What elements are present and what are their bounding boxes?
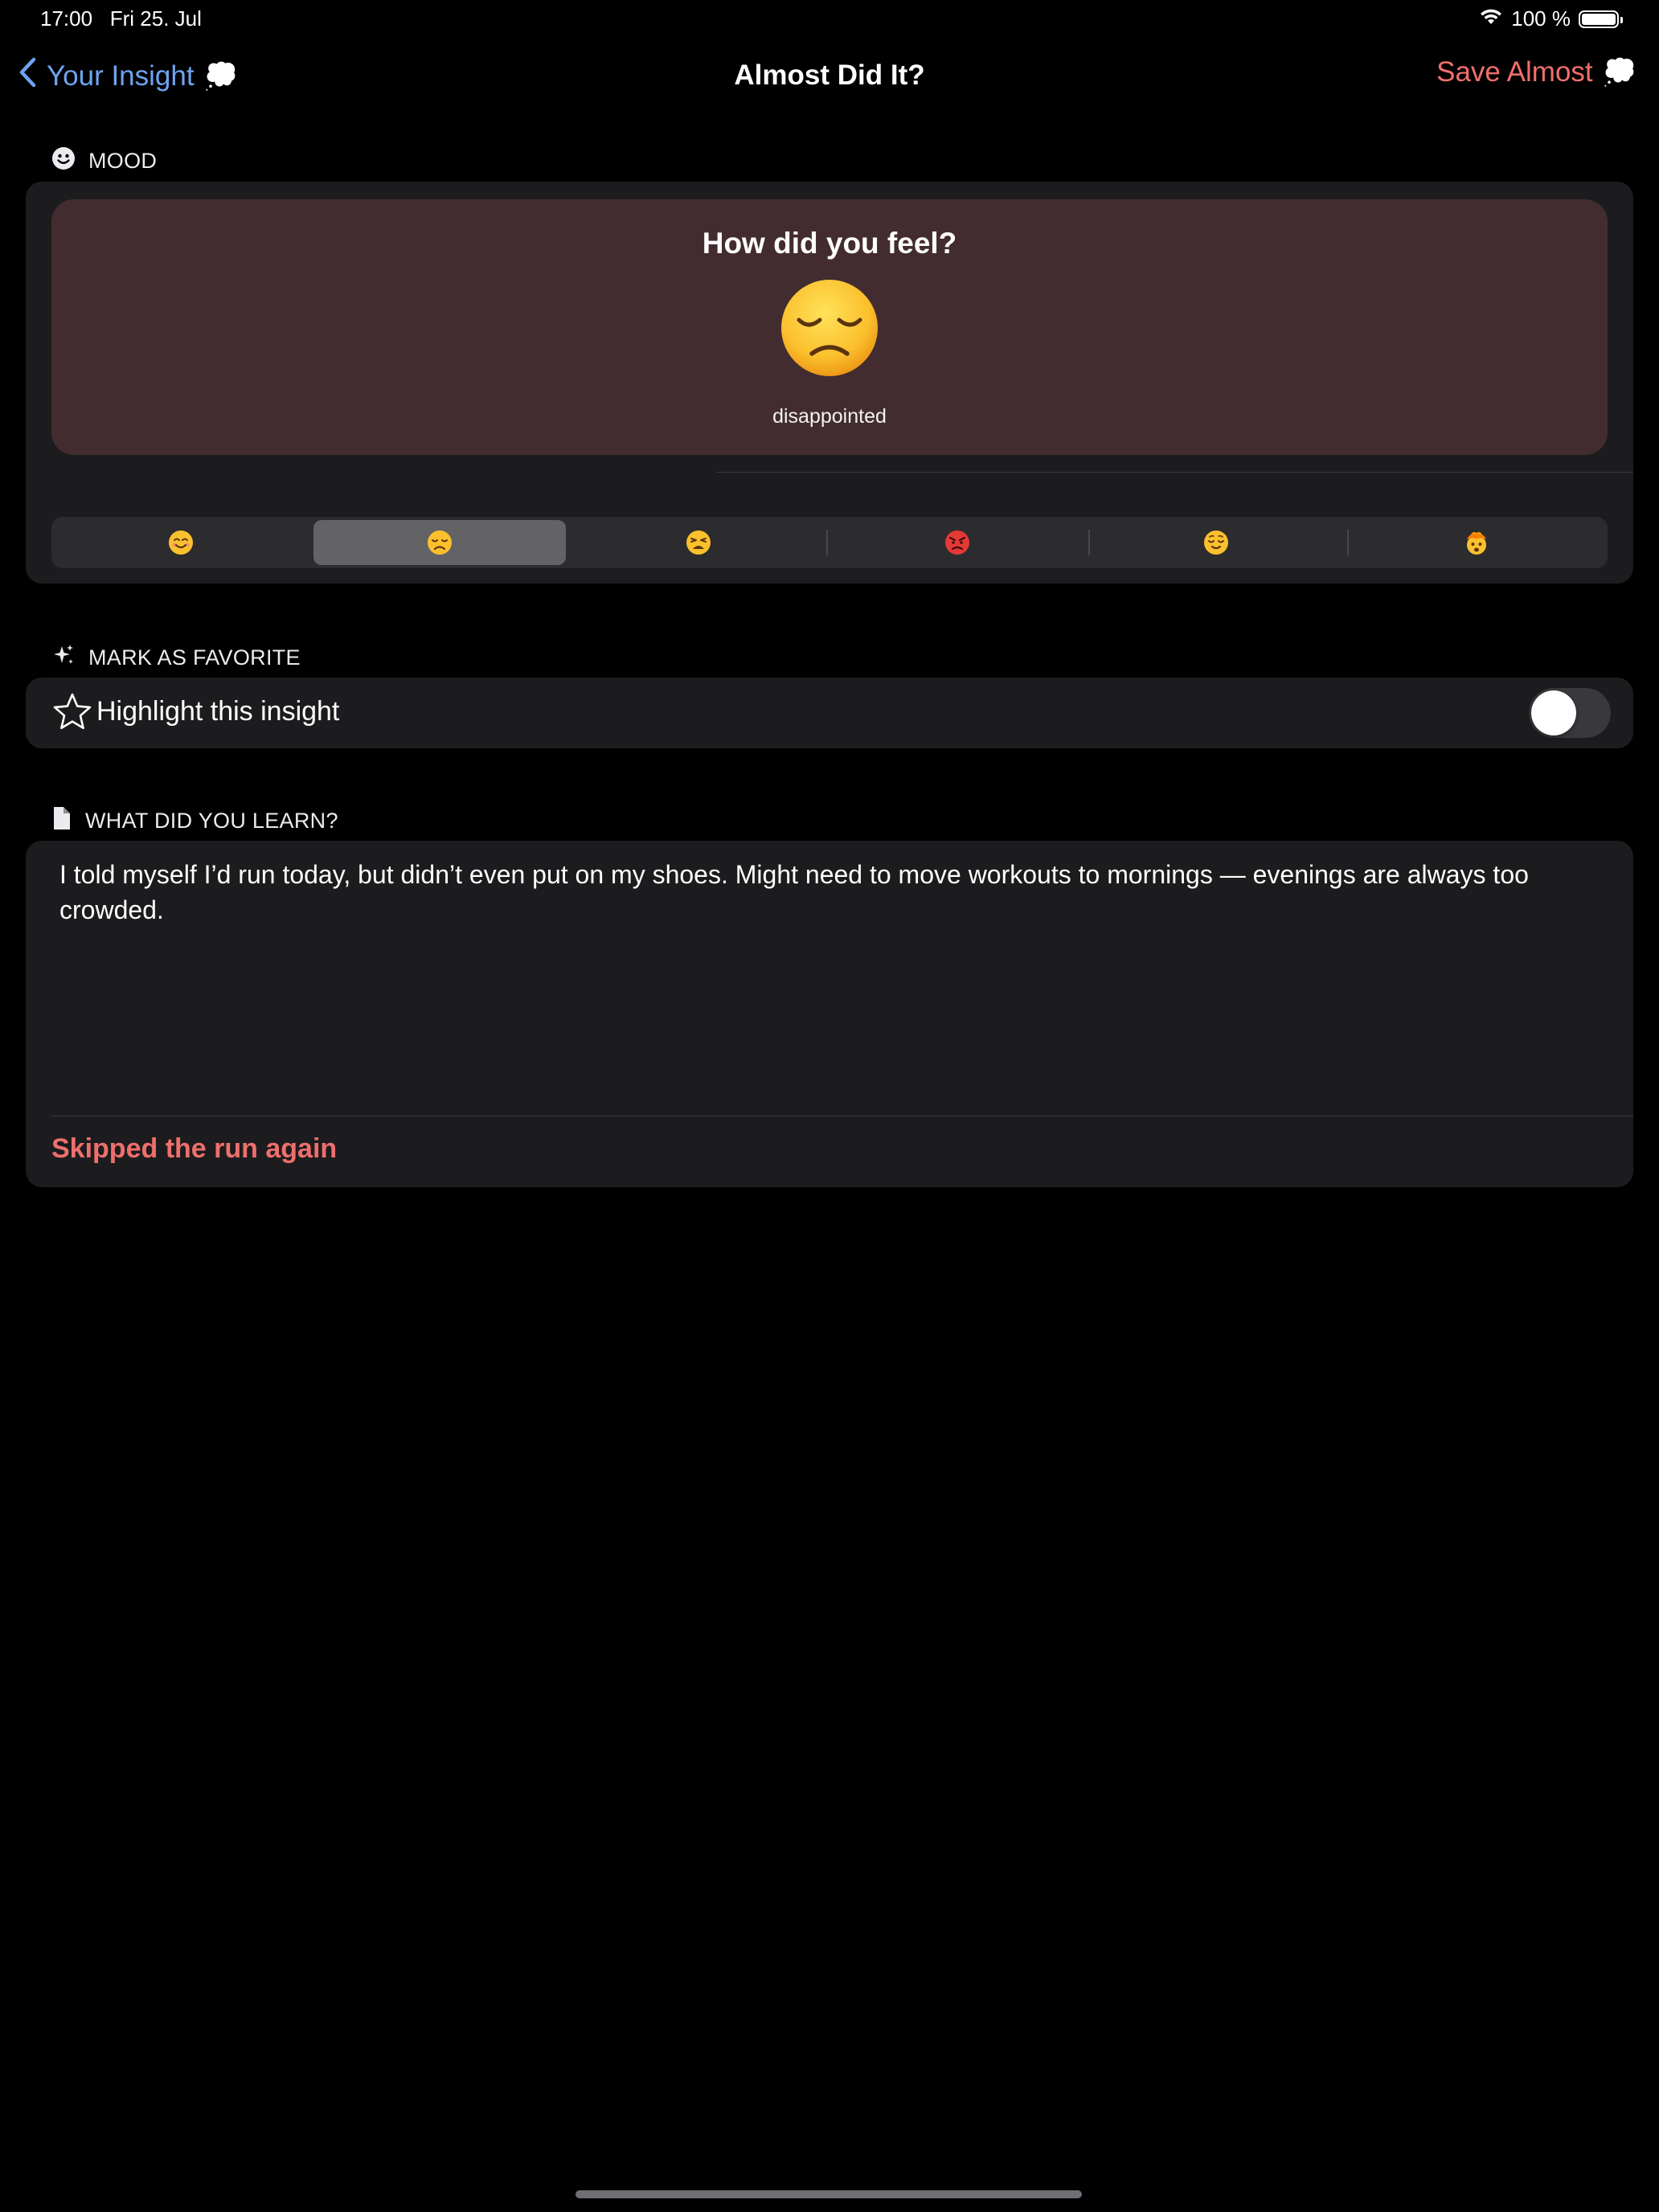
wifi-icon — [1479, 6, 1503, 31]
learn-section-header: WHAT DID YOU LEARN? — [51, 806, 338, 836]
highlight-toggle[interactable] — [1529, 688, 1611, 738]
angry-face-icon — [945, 530, 969, 555]
learn-header-label: WHAT DID YOU LEARN? — [85, 809, 338, 833]
mood-section-header: MOOD — [51, 146, 157, 176]
mood-option-weary[interactable] — [569, 517, 828, 568]
document-icon — [51, 806, 72, 836]
thought-bubble-icon: 💭 — [1602, 57, 1636, 88]
star-icon — [51, 691, 93, 737]
favorite-section-header: MARK AS FAVORITE — [51, 643, 301, 673]
mood-display: How did you feel? disappointed — [51, 199, 1608, 455]
mood-option-disappointed[interactable] — [310, 517, 569, 568]
smiling-face-icon — [169, 530, 193, 555]
skipped-run-link[interactable]: Skipped the run again — [51, 1133, 337, 1165]
save-button-label: Save Almost — [1436, 56, 1593, 88]
learn-text-area[interactable]: I told myself I’d run today, but didn’t … — [59, 857, 1611, 928]
mood-option-angry[interactable] — [828, 517, 1087, 568]
mood-option-mind-blown[interactable] — [1347, 517, 1606, 568]
smiley-icon — [51, 146, 76, 176]
mood-header-label: MOOD — [88, 149, 158, 173]
mood-option-happy[interactable] — [51, 517, 310, 568]
sparkles-icon — [51, 643, 76, 673]
divider — [717, 472, 1633, 473]
status-indicators: 100 % — [1479, 6, 1623, 31]
mood-label: disappointed — [772, 405, 887, 428]
weary-face-icon — [686, 530, 711, 555]
home-indicator[interactable] — [576, 2190, 1082, 2198]
mood-option-relieved[interactable] — [1087, 517, 1346, 568]
page-title: Almost Did It? — [734, 59, 925, 91]
highlight-insight-label: Highlight this insight — [96, 696, 340, 727]
toggle-knob — [1531, 690, 1576, 735]
mood-picker[interactable] — [51, 517, 1608, 568]
disappointed-face-icon — [428, 530, 452, 555]
mood-question: How did you feel? — [702, 227, 957, 260]
disappointed-face-icon — [51, 278, 1608, 378]
relieved-face-icon — [1204, 530, 1228, 555]
learn-card: I told myself I’d run today, but didn’t … — [26, 841, 1633, 1187]
status-time-date: 17:00 Fri 25. Jul — [40, 6, 202, 31]
favorite-header-label: MARK AS FAVORITE — [88, 645, 301, 670]
battery-icon — [1579, 10, 1623, 28]
exploding-head-icon — [1467, 531, 1486, 555]
battery-percentage: 100 % — [1511, 6, 1571, 31]
save-almost-button[interactable]: Save Almost 💭 — [1436, 56, 1636, 88]
